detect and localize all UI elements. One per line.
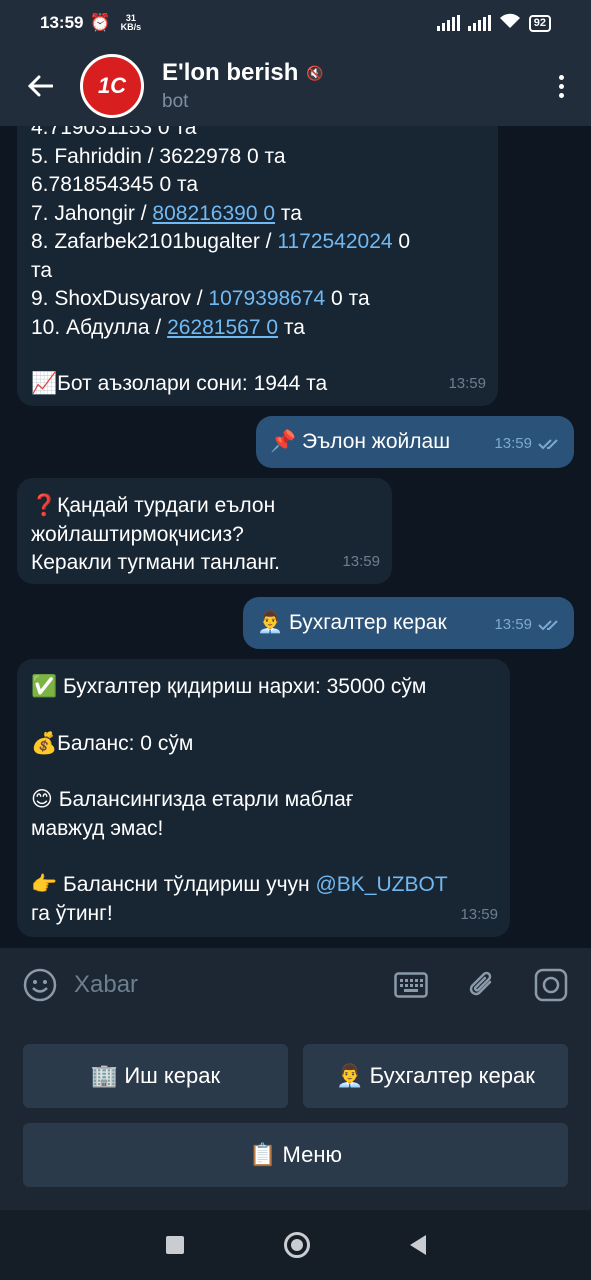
message-text: 📌 Эълон жойлаш <box>270 430 451 453</box>
message-incoming-balance: ✅ Бухгалтер қидириш нархи: 35000 сўм 💰Ба… <box>17 659 510 937</box>
message-composer: Xabar <box>0 948 591 1022</box>
chat-header: 1C E'lon berish 🔇 bot <box>0 46 591 126</box>
keyboard-icon[interactable] <box>393 967 429 1003</box>
system-nav-bar <box>0 1210 591 1280</box>
battery-icon: 92 <box>528 14 551 32</box>
message-outgoing-post-ad: 📌 Эълон жойлаш 13:59 <box>256 416 574 468</box>
camera-icon[interactable] <box>533 967 569 1003</box>
message-time: 13:59 <box>448 374 486 392</box>
message-time: 13:59 <box>494 615 532 633</box>
user-id-link[interactable]: 1172542024 <box>277 230 392 253</box>
message-line: 10. Абдулла / 26281567 0 та <box>31 315 305 339</box>
chat-subtitle: bot <box>162 91 189 112</box>
message-text: 👨‍💼 Бухгалтер керак <box>257 611 447 634</box>
user-id-link[interactable]: 26281567 0 <box>167 316 278 339</box>
back-arrow-icon[interactable] <box>0 46 80 126</box>
message-line: 8. Zafarbek2101bugalter / 1172542024 0 <box>31 230 411 253</box>
user-id-link[interactable]: 808216390 0 <box>152 202 275 225</box>
alarm-icon: ⏰ <box>89 13 111 32</box>
message-time: 13:59 <box>460 905 498 923</box>
home-icon[interactable] <box>283 1232 310 1258</box>
status-bar: 13:59 ⏰ 31 KB/s 92 <box>0 0 591 46</box>
message-line: 4.719031153 0 та <box>31 126 197 139</box>
attach-icon[interactable] <box>463 967 499 1003</box>
user-id-link[interactable]: 1079398674 <box>208 287 325 310</box>
message-time: 13:59 <box>342 552 380 570</box>
bot-mention-link[interactable]: @BK_UZBOT <box>315 873 447 896</box>
keyboard-button-job-wanted[interactable]: 🏢 Иш керак <box>23 1044 288 1108</box>
net-speed: 31 KB/s <box>120 13 142 32</box>
bot-keyboard: 🏢 Иш керак 👨‍💼 Бухгалтер керак 📋 Меню <box>0 1022 591 1210</box>
message-line: та <box>31 258 53 282</box>
message-incoming-top-users: 4.719031153 0 та 5. Fahriddin / 3622978 … <box>17 126 498 406</box>
more-vert-icon[interactable] <box>531 74 591 98</box>
message-outgoing-accountant: 👨‍💼 Бухгалтер керак 13:59 <box>243 597 574 649</box>
double-check-icon <box>538 439 558 450</box>
nav-back-icon[interactable] <box>409 1235 426 1255</box>
message-line: 6.781854345 0 та <box>31 173 199 196</box>
avatar[interactable]: 1C <box>80 54 144 118</box>
message-line: 9. ShoxDusyarov / 1079398674 0 та <box>31 287 370 310</box>
keyboard-button-accountant[interactable]: 👨‍💼 Бухгалтер керак <box>303 1044 568 1108</box>
recents-icon[interactable] <box>165 1236 184 1254</box>
chat-title-block[interactable]: E'lon berish 🔇 bot <box>162 59 324 113</box>
message-time: 13:59 <box>494 434 532 452</box>
message-line: 5. Fahriddin / 3622978 0 та <box>31 144 286 168</box>
member-count: 📈Бот аъзолари сони: 1944 та <box>31 372 328 395</box>
signal-icon-2 <box>467 15 491 31</box>
double-check-icon <box>538 620 558 631</box>
signal-icon <box>436 15 460 31</box>
message-incoming-question: ❓Қандай турдаги еълон жойлаштирмоқчисиз?… <box>17 478 392 584</box>
wifi-icon <box>499 13 521 34</box>
status-time: 13:59 <box>40 13 84 32</box>
message-line: 7. Jahongir / 808216390 0 та <box>31 201 302 225</box>
message-input[interactable]: Xabar <box>74 971 393 999</box>
keyboard-button-menu[interactable]: 📋 Меню <box>23 1123 568 1187</box>
emoji-icon[interactable] <box>22 967 58 1003</box>
message-list[interactable]: 4.719031153 0 та 5. Fahriddin / 3622978 … <box>0 126 591 948</box>
chat-title: E'lon berish <box>162 59 299 86</box>
mute-icon: 🔇 <box>306 64 324 81</box>
